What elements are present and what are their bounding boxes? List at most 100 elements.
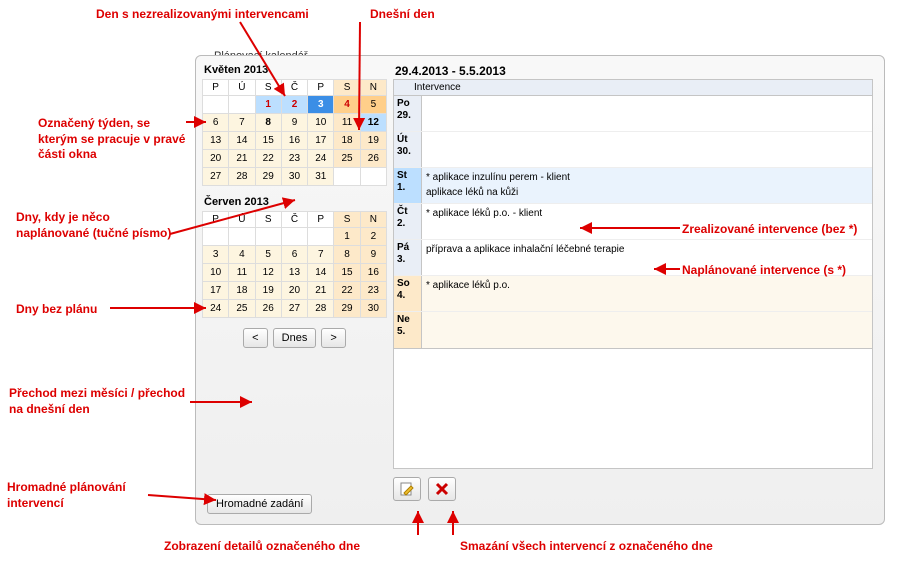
day-content[interactable]: * aplikace léků p.o.	[422, 276, 872, 311]
day-row[interactable]: Ne5.	[394, 312, 872, 348]
month2-grid[interactable]: PÚSČPSN123456789101112131415161718192021…	[202, 211, 387, 318]
calendar-day[interactable]: 29	[255, 168, 281, 186]
calendar-day[interactable]: 26	[360, 150, 386, 168]
calendar-day	[360, 168, 386, 186]
calendar-day[interactable]: 22	[334, 282, 360, 300]
calendar-day[interactable]: 18	[229, 282, 255, 300]
calendar-day[interactable]: 27	[281, 300, 307, 318]
calendar-day[interactable]: 21	[229, 150, 255, 168]
bulk-entry-button[interactable]: Hromadné zadání	[207, 494, 312, 514]
day-content[interactable]: * aplikace inzulínu perem - klientaplika…	[422, 168, 872, 203]
calendar-month2: Červen 2013 PÚSČPSN123456789101112131415…	[202, 194, 387, 318]
calendar-day[interactable]: 24	[308, 150, 334, 168]
calendar-day[interactable]: 20	[203, 150, 229, 168]
calendar-day	[229, 228, 255, 246]
calendar-day[interactable]: 13	[203, 132, 229, 150]
calendar-day[interactable]: 3	[203, 246, 229, 264]
calendar-day[interactable]: 8	[255, 114, 281, 132]
calendar-day[interactable]: 13	[281, 264, 307, 282]
calendar-day[interactable]: 1	[255, 96, 281, 114]
calendar-day[interactable]: 4	[334, 96, 360, 114]
calendar-day[interactable]: 7	[308, 246, 334, 264]
calendar-day[interactable]: 28	[229, 168, 255, 186]
day-row[interactable]: St1.* aplikace inzulínu perem - klientap…	[394, 168, 872, 204]
calendar-day[interactable]: 28	[308, 300, 334, 318]
day-content[interactable]	[422, 312, 872, 348]
month2-title: Červen 2013	[202, 194, 387, 211]
calendar-day[interactable]: 2	[360, 228, 386, 246]
calendar-day[interactable]: 9	[281, 114, 307, 132]
delete-button[interactable]	[428, 477, 456, 501]
next-month-button[interactable]: >	[321, 328, 345, 348]
today-button[interactable]: Dnes	[273, 328, 317, 348]
intervention-header: Intervence	[393, 79, 873, 96]
calendar-day[interactable]: 23	[281, 150, 307, 168]
calendar-day[interactable]: 4	[229, 246, 255, 264]
calendar-day[interactable]: 23	[360, 282, 386, 300]
ann-planned-days: Dny, kdy je něco naplánované (tučné písm…	[16, 210, 186, 241]
day-label: Ne5.	[394, 312, 422, 348]
calendar-day[interactable]: 17	[203, 282, 229, 300]
calendar-day[interactable]: 17	[308, 132, 334, 150]
calendar-day[interactable]: 2	[281, 96, 307, 114]
calendar-day[interactable]: 15	[255, 132, 281, 150]
calendar-day[interactable]: 26	[255, 300, 281, 318]
calendar-day[interactable]: 18	[334, 132, 360, 150]
dow-header: Č	[281, 212, 307, 228]
calendar-day[interactable]: 14	[308, 264, 334, 282]
calendar-day[interactable]: 9	[360, 246, 386, 264]
calendar-day[interactable]: 25	[229, 300, 255, 318]
calendar-day[interactable]: 19	[255, 282, 281, 300]
calendar-day[interactable]: 7	[229, 114, 255, 132]
calendar-day[interactable]: 19	[360, 132, 386, 150]
ann-today: Dnešní den	[370, 7, 435, 23]
calendar-day[interactable]: 1	[334, 228, 360, 246]
calendar-day[interactable]: 12	[360, 114, 386, 132]
calendar-month1: Květen 2013 PÚSČPSN123456789101112131415…	[202, 62, 387, 186]
calendar-day[interactable]: 6	[281, 246, 307, 264]
day-row[interactable]: Po29.	[394, 96, 872, 132]
calendar-day[interactable]: 16	[360, 264, 386, 282]
dow-header: Č	[281, 80, 307, 96]
calendar-day[interactable]: 22	[255, 150, 281, 168]
ann-nav: Přechod mezi měsíci / přechod na dnešní …	[9, 386, 189, 417]
calendar-day[interactable]: 30	[360, 300, 386, 318]
detail-button[interactable]	[393, 477, 421, 501]
day-row[interactable]: Út30.	[394, 132, 872, 168]
calendar-day[interactable]: 16	[281, 132, 307, 150]
prev-month-button[interactable]: <	[243, 328, 267, 348]
calendar-day[interactable]: 8	[334, 246, 360, 264]
calendar-day[interactable]: 10	[203, 264, 229, 282]
grid-filler	[393, 349, 873, 469]
calendar-day[interactable]: 25	[334, 150, 360, 168]
calendar-day[interactable]: 31	[308, 168, 334, 186]
month1-title: Květen 2013	[202, 62, 387, 79]
calendar-day[interactable]: 30	[281, 168, 307, 186]
action-buttons	[393, 477, 873, 501]
calendar-day[interactable]: 10	[308, 114, 334, 132]
calendar-day[interactable]: 6	[203, 114, 229, 132]
calendar-day[interactable]: 24	[203, 300, 229, 318]
calendar-day[interactable]: 3	[308, 96, 334, 114]
calendar-day[interactable]: 27	[203, 168, 229, 186]
calendar-day[interactable]: 29	[334, 300, 360, 318]
ann-planned: Naplánované intervence (s *)	[682, 263, 846, 279]
day-row[interactable]: So4.* aplikace léků p.o.	[394, 276, 872, 312]
calendar-day	[229, 96, 255, 114]
day-content[interactable]	[422, 132, 872, 167]
calendar-day[interactable]: 5	[360, 96, 386, 114]
calendar-day[interactable]: 15	[334, 264, 360, 282]
calendar-day[interactable]: 5	[255, 246, 281, 264]
ann-bulk: Hromadné plánování intervencí	[7, 480, 177, 511]
calendar-day[interactable]: 12	[255, 264, 281, 282]
calendar-day[interactable]: 20	[281, 282, 307, 300]
day-label: St1.	[394, 168, 422, 203]
month1-grid[interactable]: PÚSČPSN123456789101112131415161718192021…	[202, 79, 387, 186]
dow-header: S	[334, 212, 360, 228]
calendar-day[interactable]: 14	[229, 132, 255, 150]
dow-header: S	[255, 212, 281, 228]
calendar-day[interactable]: 11	[334, 114, 360, 132]
calendar-day[interactable]: 21	[308, 282, 334, 300]
day-content[interactable]	[422, 96, 872, 131]
calendar-day[interactable]: 11	[229, 264, 255, 282]
